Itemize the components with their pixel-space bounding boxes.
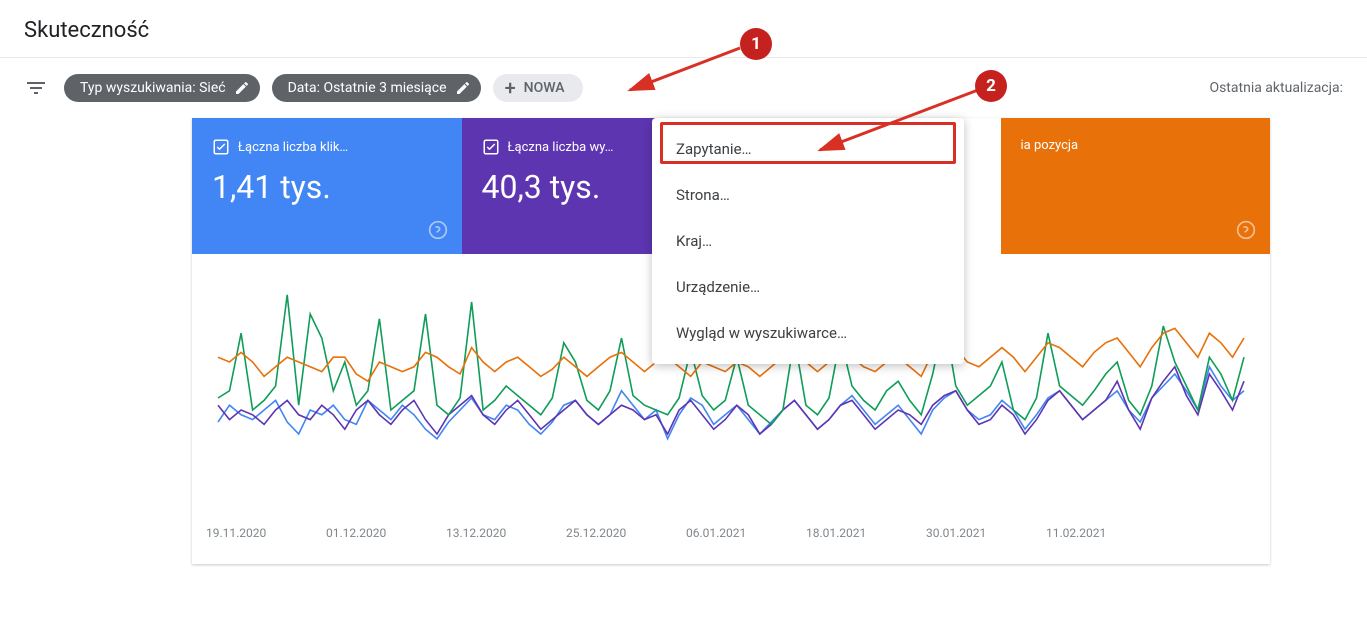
x-axis: 19.11.202001.12.202013.12.202025.12.2020… <box>192 518 1270 564</box>
filter-chip-date[interactable]: Data: Ostatnie 3 miesiące <box>272 74 481 102</box>
x-tick: 18.01.2021 <box>806 526 926 540</box>
annotation-callout-1: 1 <box>740 28 772 60</box>
metric-value: 1,41 tys. <box>212 168 442 206</box>
edit-icon <box>234 80 250 96</box>
filter-icon[interactable] <box>24 76 48 100</box>
metric-header: ia pozycja <box>1021 138 1251 153</box>
x-tick: 13.12.2020 <box>446 526 566 540</box>
last-update-label: Ostatnia aktualizacja: <box>1209 80 1343 96</box>
filter-chip-search-type[interactable]: Typ wyszukiwania: Sieć <box>64 74 260 102</box>
help-icon[interactable] <box>428 220 448 244</box>
annotation-arrow-1 <box>620 40 750 100</box>
dropdown-item[interactable]: Kraj… <box>652 218 964 264</box>
metric-position[interactable]: ia pozycja <box>1001 118 1271 254</box>
x-tick: 01.12.2020 <box>326 526 446 540</box>
checkbox-checked-icon <box>482 138 500 156</box>
chip-label: Data: Ostatnie 3 miesiące <box>288 80 447 96</box>
metric-header: Łączna liczba klik… <box>212 138 442 156</box>
dropdown-item[interactable]: Wygląd w wyszukiwarce… <box>652 310 964 356</box>
dropdown-item[interactable]: Urządzenie… <box>652 264 964 310</box>
plus-icon: + <box>505 81 516 95</box>
annotation-callout-2: 2 <box>975 70 1007 102</box>
x-tick: 30.01.2021 <box>926 526 1046 540</box>
chip-label: Typ wyszukiwania: Sieć <box>80 80 226 96</box>
x-tick: 19.11.2020 <box>206 526 326 540</box>
edit-icon <box>455 80 471 96</box>
new-filter-button[interactable]: + NOWA <box>493 74 583 102</box>
annotation-arrow-2 <box>810 85 990 165</box>
dropdown-item[interactable]: Strona… <box>652 172 964 218</box>
x-tick: 25.12.2020 <box>566 526 686 540</box>
new-label: NOWA <box>524 80 565 96</box>
metric-clicks[interactable]: Łączna liczba klik… 1,41 tys. <box>192 118 462 254</box>
checkbox-checked-icon <box>212 138 230 156</box>
help-icon[interactable] <box>1236 220 1256 244</box>
x-tick: 06.01.2021 <box>686 526 806 540</box>
x-tick: 11.02.2021 <box>1046 526 1166 540</box>
